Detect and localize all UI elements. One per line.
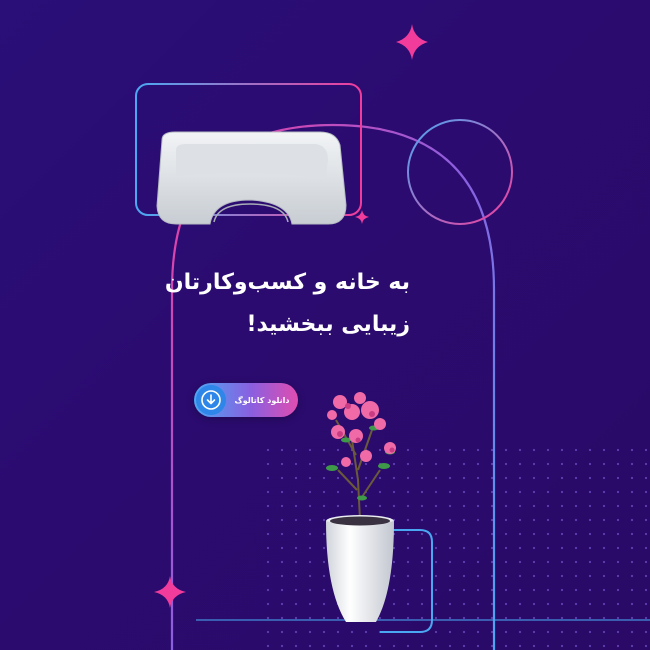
download-icon: [196, 385, 226, 415]
download-catalog-button[interactable]: دانلود کاتالوگ: [194, 383, 298, 417]
headline-line-1: به خانه و کسب‌وکارتان: [164, 270, 410, 295]
outdoor-sofa-image: [156, 131, 347, 225]
banner: به خانه و کسب‌وکارتان زیبایی ببخشید! دان…: [0, 0, 650, 650]
sparkle-icon: [396, 24, 428, 60]
dot-pattern: [262, 440, 650, 650]
headline-line-2: زیبایی ببخشید!: [246, 312, 410, 337]
download-catalog-label: دانلود کاتالوگ: [234, 395, 290, 405]
sparkle-icon-bottom: [154, 576, 186, 608]
